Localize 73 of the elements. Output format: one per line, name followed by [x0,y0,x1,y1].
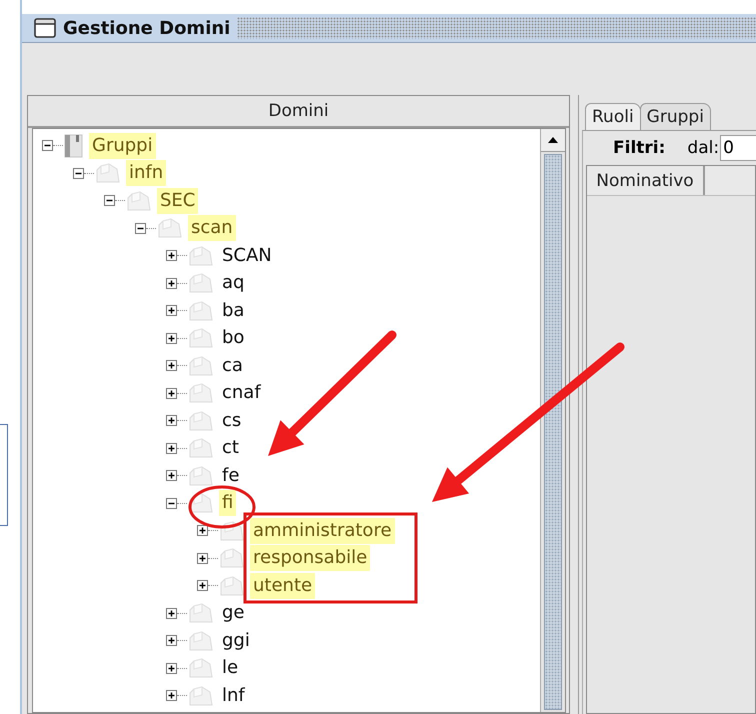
document-icon [188,684,214,707]
filters-label: Filtri: [613,138,666,158]
tree-node-label[interactable]: cs [219,408,244,434]
tree-node-label[interactable]: utente [250,572,316,599]
expand-icon[interactable] [166,442,177,454]
tab[interactable]: Ruoli [585,103,641,130]
tree-node-label[interactable]: bo [219,325,248,352]
document-icon [95,162,121,184]
document-icon [219,547,245,570]
tree-node-label[interactable]: Gruppi [89,132,156,159]
expand-icon[interactable] [166,470,177,482]
expand-icon[interactable] [166,278,177,289]
window-icon [34,18,56,38]
expand-icon[interactable] [166,250,177,262]
document-icon [188,602,214,624]
tree-node-label[interactable]: responsabile [250,545,370,572]
tree-node-label[interactable]: ggi [219,628,253,654]
tree-node-label[interactable]: cnaf [219,380,264,406]
scroll-thumb[interactable] [544,154,562,710]
expand-icon[interactable] [166,360,177,372]
document-icon [126,190,152,212]
expand-icon[interactable] [166,332,177,344]
collapse-icon[interactable] [166,498,177,509]
tree-node-label[interactable]: infn [126,160,166,186]
expand-icon[interactable] [166,388,177,399]
window-title: Gestione Domini [63,18,230,38]
document-icon [188,382,214,404]
collapse-icon[interactable] [42,140,53,152]
document-icon [188,327,214,350]
collapse-icon[interactable] [104,195,115,206]
book-icon [64,134,84,158]
collapse-icon[interactable] [135,222,146,234]
from-date-field[interactable]: 0 [720,135,756,161]
expand-icon[interactable] [197,580,208,592]
tree-node-label[interactable]: le [219,655,242,682]
collapse-icon[interactable] [73,168,84,179]
tree-node-label[interactable]: fi [219,490,236,516]
document-icon [188,464,214,487]
tree-node-label[interactable]: lnf [219,682,248,709]
tree-node-label[interactable]: SCAN [219,242,275,269]
tree-node-label[interactable]: ct [219,435,242,462]
tree-node-label[interactable]: aq [219,270,248,296]
document-icon [188,630,214,652]
document-icon [188,437,214,460]
up-arrow-icon [548,137,558,143]
document-icon [188,244,214,267]
document-icon [188,657,214,680]
expand-icon[interactable] [166,415,177,426]
expand-icon[interactable] [166,608,177,619]
vertical-scrollbar[interactable] [540,129,565,712]
tree-node-label[interactable]: ge [219,600,248,626]
expand-icon[interactable] [166,662,177,674]
tree-node-label[interactable]: amministratore [250,518,395,544]
tree-node-label[interactable]: ba [219,298,248,324]
expand-icon[interactable] [197,552,208,564]
expand-icon[interactable] [166,305,177,316]
expand-icon[interactable] [166,690,177,702]
tree-node-label[interactable]: scan [188,215,236,242]
tree-node-label[interactable]: SEC [157,188,198,214]
document-icon [188,272,214,294]
document-icon [188,300,214,322]
tab[interactable]: Gruppi [640,103,711,130]
document-icon [219,574,245,597]
annotation-circle [188,486,256,528]
scroll-up-button[interactable] [541,129,565,152]
document-icon [157,217,183,240]
tree-node-label[interactable]: fe [219,462,242,489]
from-label: dal: [687,138,720,158]
tree-node-label[interactable]: ca [219,352,246,379]
expand-icon[interactable] [197,525,208,536]
document-icon [188,354,214,377]
expand-icon[interactable] [166,635,177,646]
document-icon [188,410,214,432]
